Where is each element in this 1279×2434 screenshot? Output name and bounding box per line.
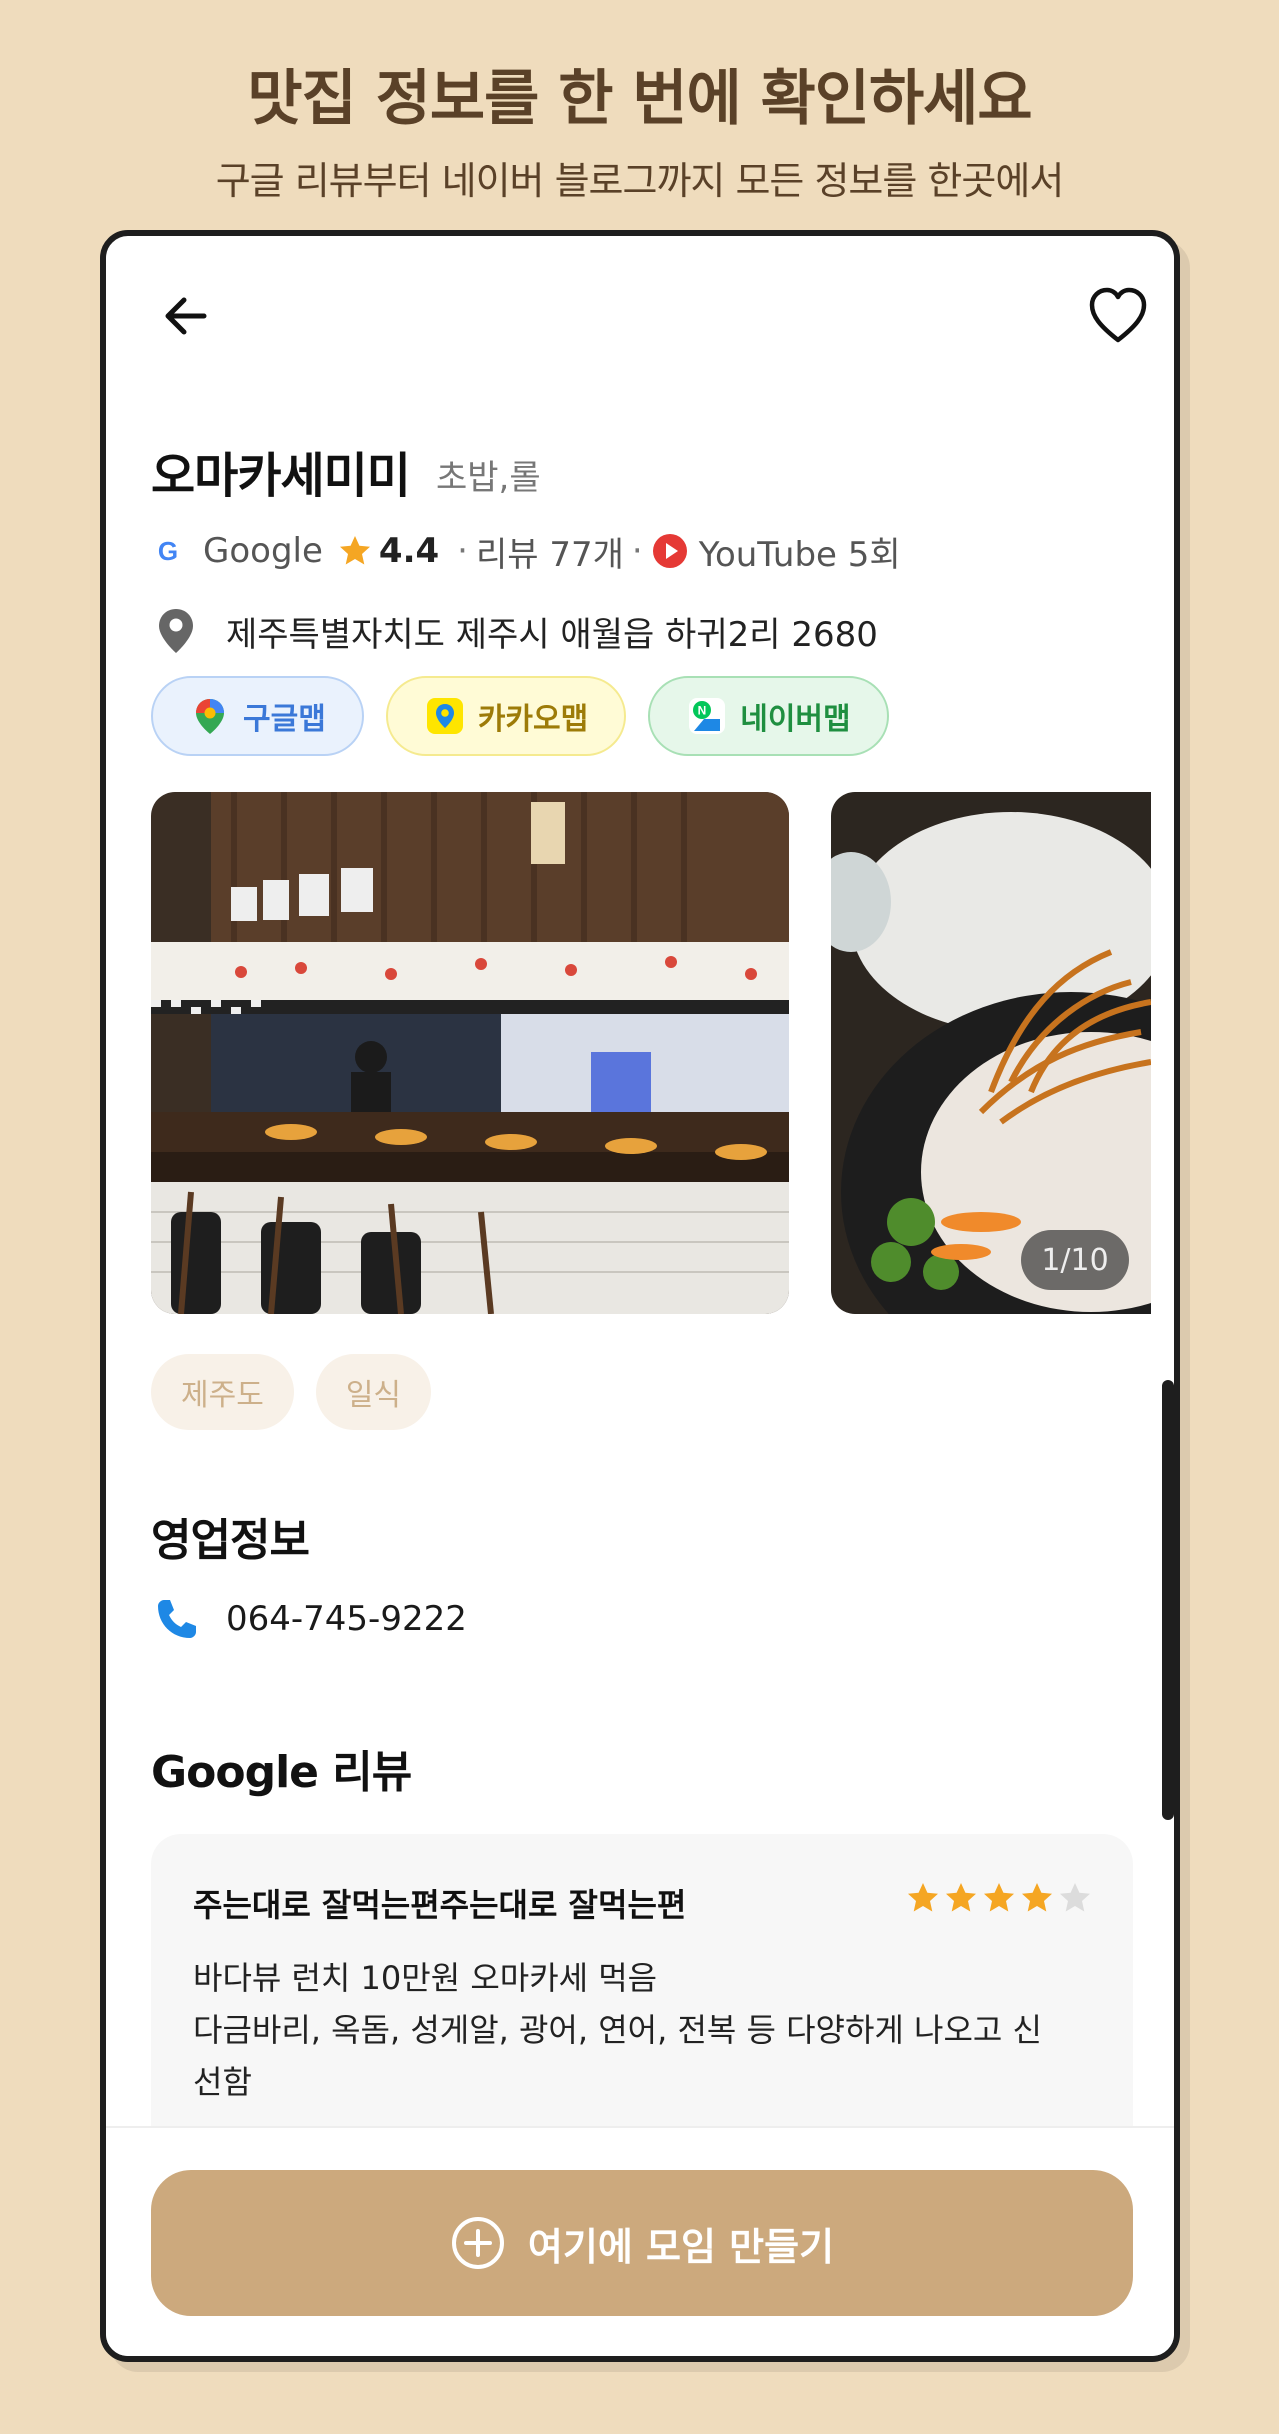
rating-row: G Google 4.4 · 리뷰 77개 · YouTube 5회	[151, 526, 901, 576]
kakao-map-button[interactable]: 카카오맵	[385, 676, 627, 756]
review-author: 주는대로 잘먹는편주는대로 잘먹는편	[193, 1886, 687, 1924]
phone-row[interactable]: 064-745-9222	[154, 1596, 467, 1642]
kakao-map-icon	[426, 698, 463, 734]
tag-list: 제주도 일식	[151, 1354, 432, 1430]
review-text-line: 다금바리, 옥돔, 성게알, 광어, 연어, 전복 등 다양하게 나오고 신	[193, 2011, 1042, 2049]
photo-counter: 1/10	[1021, 1230, 1129, 1290]
review-text: 바다뷰 런치 10만원 오마카세 먹음 다금바리, 옥돔, 성게알, 광어, 연…	[193, 1952, 1093, 2108]
star-filled-icon	[908, 1883, 938, 1912]
separator: ·	[631, 531, 643, 571]
phone-number[interactable]: 064-745-9222	[226, 1599, 467, 1639]
youtube-count[interactable]: YouTube 5회	[699, 527, 901, 576]
star-icon	[339, 536, 370, 565]
tag-chip[interactable]: 일식	[315, 1354, 432, 1430]
rating-source: Google	[203, 531, 323, 571]
google-map-button[interactable]: 구글맵	[151, 676, 364, 756]
back-button[interactable]	[156, 286, 216, 346]
star-filled-icon	[984, 1883, 1014, 1912]
naver-map-label: 네이버맵	[740, 702, 851, 737]
separator: ·	[457, 531, 468, 571]
google-reviews-title: Google 리뷰	[151, 1747, 412, 1798]
review-text-line: 선함	[193, 2063, 252, 2101]
bottom-action-bar: 여기에 모임 만들기	[106, 2126, 1174, 2356]
arrow-left-icon	[165, 297, 207, 335]
address-row: 제주특별자치도 제주시 애월읍 하귀2리 2680	[156, 606, 878, 656]
photo-gallery[interactable]: 1/10	[151, 792, 1151, 1314]
restaurant-photo[interactable]	[151, 792, 789, 1314]
phone-frame: 오마카세미미 초밥,롤 G Google 4.4 · 리뷰 77개 · YouT…	[100, 230, 1180, 2362]
google-logo-icon: G	[158, 536, 178, 566]
address-text: 제주특별자치도 제주시 애월읍 하귀2리 2680	[226, 614, 878, 655]
star-filled-icon	[1022, 1883, 1052, 1912]
place-name: 오마카세미미	[151, 448, 411, 504]
tag-chip[interactable]: 제주도	[151, 1354, 294, 1430]
star-empty-icon	[1060, 1883, 1090, 1912]
youtube-play-icon	[652, 534, 687, 568]
business-info-title: 영업정보	[151, 1515, 310, 1566]
map-links: 구글맵 카카오맵 N 네이버맵	[151, 676, 889, 756]
device-side-button	[1162, 1380, 1174, 1820]
place-category: 초밥,롤	[436, 458, 541, 498]
star-filled-icon	[946, 1883, 976, 1912]
review-text-line: 바다뷰 런치 10만원 오마카세 먹음	[193, 1959, 658, 1997]
kakao-map-label: 카카오맵	[477, 702, 589, 737]
restaurant-interior-image	[151, 792, 789, 1314]
review-rating	[905, 1880, 1093, 1916]
create-meetup-label: 여기에 모임 만들기	[527, 2224, 835, 2269]
location-pin-icon	[159, 609, 193, 653]
naver-map-icon: N	[689, 698, 726, 734]
svg-text:N: N	[698, 704, 707, 718]
naver-map-button[interactable]: N 네이버맵	[648, 676, 889, 756]
review-card[interactable]: 주는대로 잘먹는편주는대로 잘먹는편 바다뷰 런치 10만원 오마카세 먹음 다…	[151, 1834, 1133, 2154]
phone-icon	[158, 1600, 196, 1638]
google-map-label: 구글맵	[243, 702, 326, 737]
create-meetup-button[interactable]: 여기에 모임 만들기	[151, 2170, 1133, 2316]
heart-outline-icon	[1089, 287, 1147, 343]
review-count[interactable]: 리뷰 77개	[476, 527, 624, 576]
promo-subtitle: 구글 리뷰부터 네이버 블로그까지 모든 정보를 한곳에서	[215, 159, 1065, 203]
promo-title: 맛집 정보를 한 번에 확인하세요	[247, 64, 1032, 134]
rating-value: 4.4	[378, 531, 440, 571]
google-maps-icon	[196, 699, 224, 734]
food-photo[interactable]: 1/10	[831, 792, 1151, 1314]
favorite-button[interactable]	[1086, 286, 1150, 346]
plus-circle-icon	[451, 2217, 504, 2269]
svg-text:G: G	[158, 536, 178, 566]
